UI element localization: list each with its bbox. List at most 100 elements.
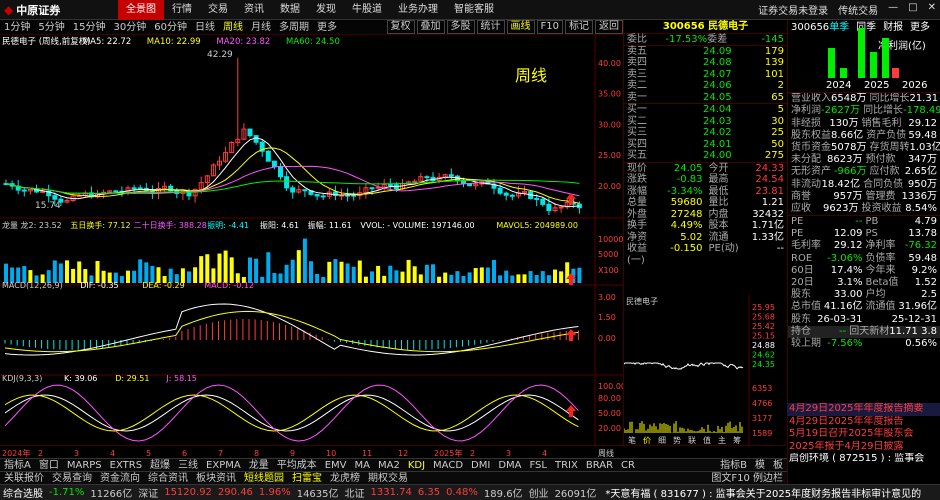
- chart-tool-button[interactable]: F10: [536, 20, 563, 34]
- mini-chart-title: 民德电子: [626, 296, 658, 306]
- indicator-tab[interactable]: 窗口: [35, 459, 63, 471]
- indicator-tab[interactable]: KDJ: [404, 459, 429, 471]
- function-tab[interactable]: 资金流向: [96, 472, 144, 484]
- rp-label: [863, 338, 900, 350]
- top-menu-item[interactable]: 智能客服: [446, 0, 502, 20]
- candle-body: [509, 194, 515, 197]
- intraday-mini-chart[interactable]: 民德电子 25.9525.6825.4225.1524.8824.6224.35 6…: [623, 295, 787, 445]
- indicator-tab[interactable]: TRIX: [551, 459, 582, 471]
- indicator-tab[interactable]: MA2: [374, 459, 404, 471]
- quote-row: 买一 24.04 5: [624, 104, 787, 116]
- period-tab[interactable]: 周线: [219, 20, 247, 35]
- function-tab[interactable]: 关联报价: [0, 472, 48, 484]
- period-tab[interactable]: 多周期: [275, 20, 313, 35]
- news-item[interactable]: 5月19日召开2025年股东会: [787, 428, 940, 441]
- rp-row: PE -- PB 4.79: [788, 216, 940, 228]
- indicator-tab[interactable]: EMV: [321, 459, 351, 471]
- chart-tool-button[interactable]: 返回: [595, 20, 623, 34]
- news-item[interactable]: 4月29日2025年年度报告摘要: [787, 403, 940, 416]
- quote-stat-row: 涨跌 -0.83 最高 24.54: [624, 174, 787, 186]
- top-menu-item[interactable]: 业务办理: [390, 0, 446, 20]
- indicator-tab[interactable]: 指标B: [716, 459, 751, 471]
- indicator-tab[interactable]: BRAR: [582, 459, 617, 471]
- top-menu-item[interactable]: 全景图: [118, 0, 164, 20]
- period-tab[interactable]: 1分钟: [0, 20, 34, 35]
- news-item[interactable]: 4月29日2025年年度报告: [787, 416, 940, 429]
- period-tab[interactable]: 更多: [313, 20, 341, 35]
- function-tab[interactable]: 期权交易: [364, 472, 412, 484]
- chart-tool-button[interactable]: 多股: [446, 20, 475, 34]
- status-item: 11266亿: [90, 489, 133, 500]
- rp-label: 销售毛利: [861, 117, 902, 129]
- mini-tab[interactable]: 笔: [628, 435, 636, 445]
- indicator-tab[interactable]: 龙量: [245, 459, 273, 471]
- macd-axis-label: 3.00: [598, 293, 616, 302]
- function-tab[interactable]: 龙虎榜: [326, 472, 364, 484]
- login-status[interactable]: 证券交易未登录: [758, 2, 828, 17]
- rp-bar: [882, 38, 889, 79]
- indicator-tab[interactable]: 超爆: [146, 459, 174, 471]
- chart-tool-button[interactable]: 复权: [386, 20, 415, 34]
- indicator-tab[interactable]: 平均成本: [273, 459, 321, 471]
- chart-tool-button[interactable]: 标记: [565, 20, 593, 34]
- chart-tool-button[interactable]: 统计: [476, 20, 505, 34]
- indicator-tab[interactable]: EXTRS: [106, 459, 146, 471]
- mini-tab[interactable]: 价: [643, 436, 651, 445]
- mini-tab[interactable]: 联: [688, 436, 696, 445]
- period-tab[interactable]: 60分钟: [150, 20, 191, 35]
- chart-tool-button[interactable]: 叠加: [416, 20, 445, 34]
- mini-tab[interactable]: 筹: [733, 435, 741, 445]
- mini-tab[interactable]: 细: [658, 435, 666, 445]
- macd-info-text: DIF: -0.35: [80, 281, 118, 290]
- top-menu-item[interactable]: 交易: [200, 0, 236, 20]
- news-item[interactable]: 2025年报于4月29日披露: [787, 441, 940, 454]
- top-menu-item[interactable]: 牛股道: [344, 0, 390, 20]
- rp-tab[interactable]: 更多: [910, 20, 937, 35]
- kline-chart[interactable]: 民德电子 (周线,前复权)MA5: 22.72 MA10: 22.99 MA20: …: [0, 35, 623, 445]
- mini-tab[interactable]: 值: [703, 435, 711, 445]
- f10-tab[interactable]: 图文F10 例边栏: [707, 472, 787, 484]
- mini-tab[interactable]: 势: [673, 435, 681, 445]
- minimize-icon[interactable]: —: [888, 2, 898, 17]
- indicator-tab[interactable]: EXPMA: [202, 459, 245, 471]
- top-menu-item[interactable]: 发现: [308, 0, 344, 20]
- rp-tab[interactable]: 财报: [883, 20, 910, 35]
- period-tab[interactable]: 30分钟: [109, 20, 150, 35]
- function-tab[interactable]: 短线题园: [240, 472, 288, 484]
- close-icon[interactable]: ✕: [928, 2, 936, 17]
- period-tab[interactable]: 月线: [247, 20, 275, 35]
- indicator-tab[interactable]: DMI: [467, 459, 494, 471]
- rp-tab[interactable]: 单季: [829, 20, 856, 35]
- trade-link[interactable]: 传统交易: [838, 2, 878, 17]
- period-tab[interactable]: 15分钟: [69, 20, 110, 35]
- top-menu-item[interactable]: 数据: [272, 0, 308, 20]
- mini-vol-label: 4766: [752, 399, 772, 408]
- function-tab[interactable]: 扫雷宝: [288, 472, 326, 484]
- indicator-tab[interactable]: 模: [751, 459, 769, 471]
- mini-tab[interactable]: 主: [718, 435, 726, 445]
- candle-body: [52, 195, 58, 200]
- indicator-tab[interactable]: 板: [769, 459, 787, 471]
- indicator-tab[interactable]: 指标A: [0, 459, 35, 471]
- top-menu-item[interactable]: 资讯: [236, 0, 272, 20]
- period-tab[interactable]: 5分钟: [34, 20, 68, 35]
- status-item[interactable]: 综合选股: [0, 485, 46, 500]
- function-tab[interactable]: 交易查询: [48, 472, 96, 484]
- indicator-tab[interactable]: MA: [351, 459, 374, 471]
- news-item[interactable]: 启创环境 ( 872515 ) : 监事会: [787, 453, 940, 466]
- status-ticker[interactable]: *天意有福 ( 831677 ) : 监事会关于2025年度财务报告非标审计意见…: [599, 485, 927, 500]
- indicator-tab[interactable]: MACD: [429, 459, 467, 471]
- rp-bar: [892, 68, 899, 79]
- top-menu-item[interactable]: 行情: [164, 0, 200, 20]
- indicator-tab[interactable]: CR: [617, 459, 639, 471]
- maximize-icon[interactable]: □: [908, 2, 917, 17]
- chart-tool-button[interactable]: 画线: [506, 20, 535, 34]
- function-tab[interactable]: 综合资讯: [144, 472, 192, 484]
- indicator-tab[interactable]: 三线: [174, 459, 202, 471]
- indicator-tab[interactable]: FSL: [525, 459, 551, 471]
- function-tab[interactable]: 板块资讯: [192, 472, 240, 484]
- indicator-tab[interactable]: MARPS: [63, 459, 106, 471]
- indicator-tab[interactable]: DMA: [494, 459, 525, 471]
- period-tab[interactable]: 日线: [191, 20, 219, 35]
- rp-label: 股东: [791, 313, 811, 325]
